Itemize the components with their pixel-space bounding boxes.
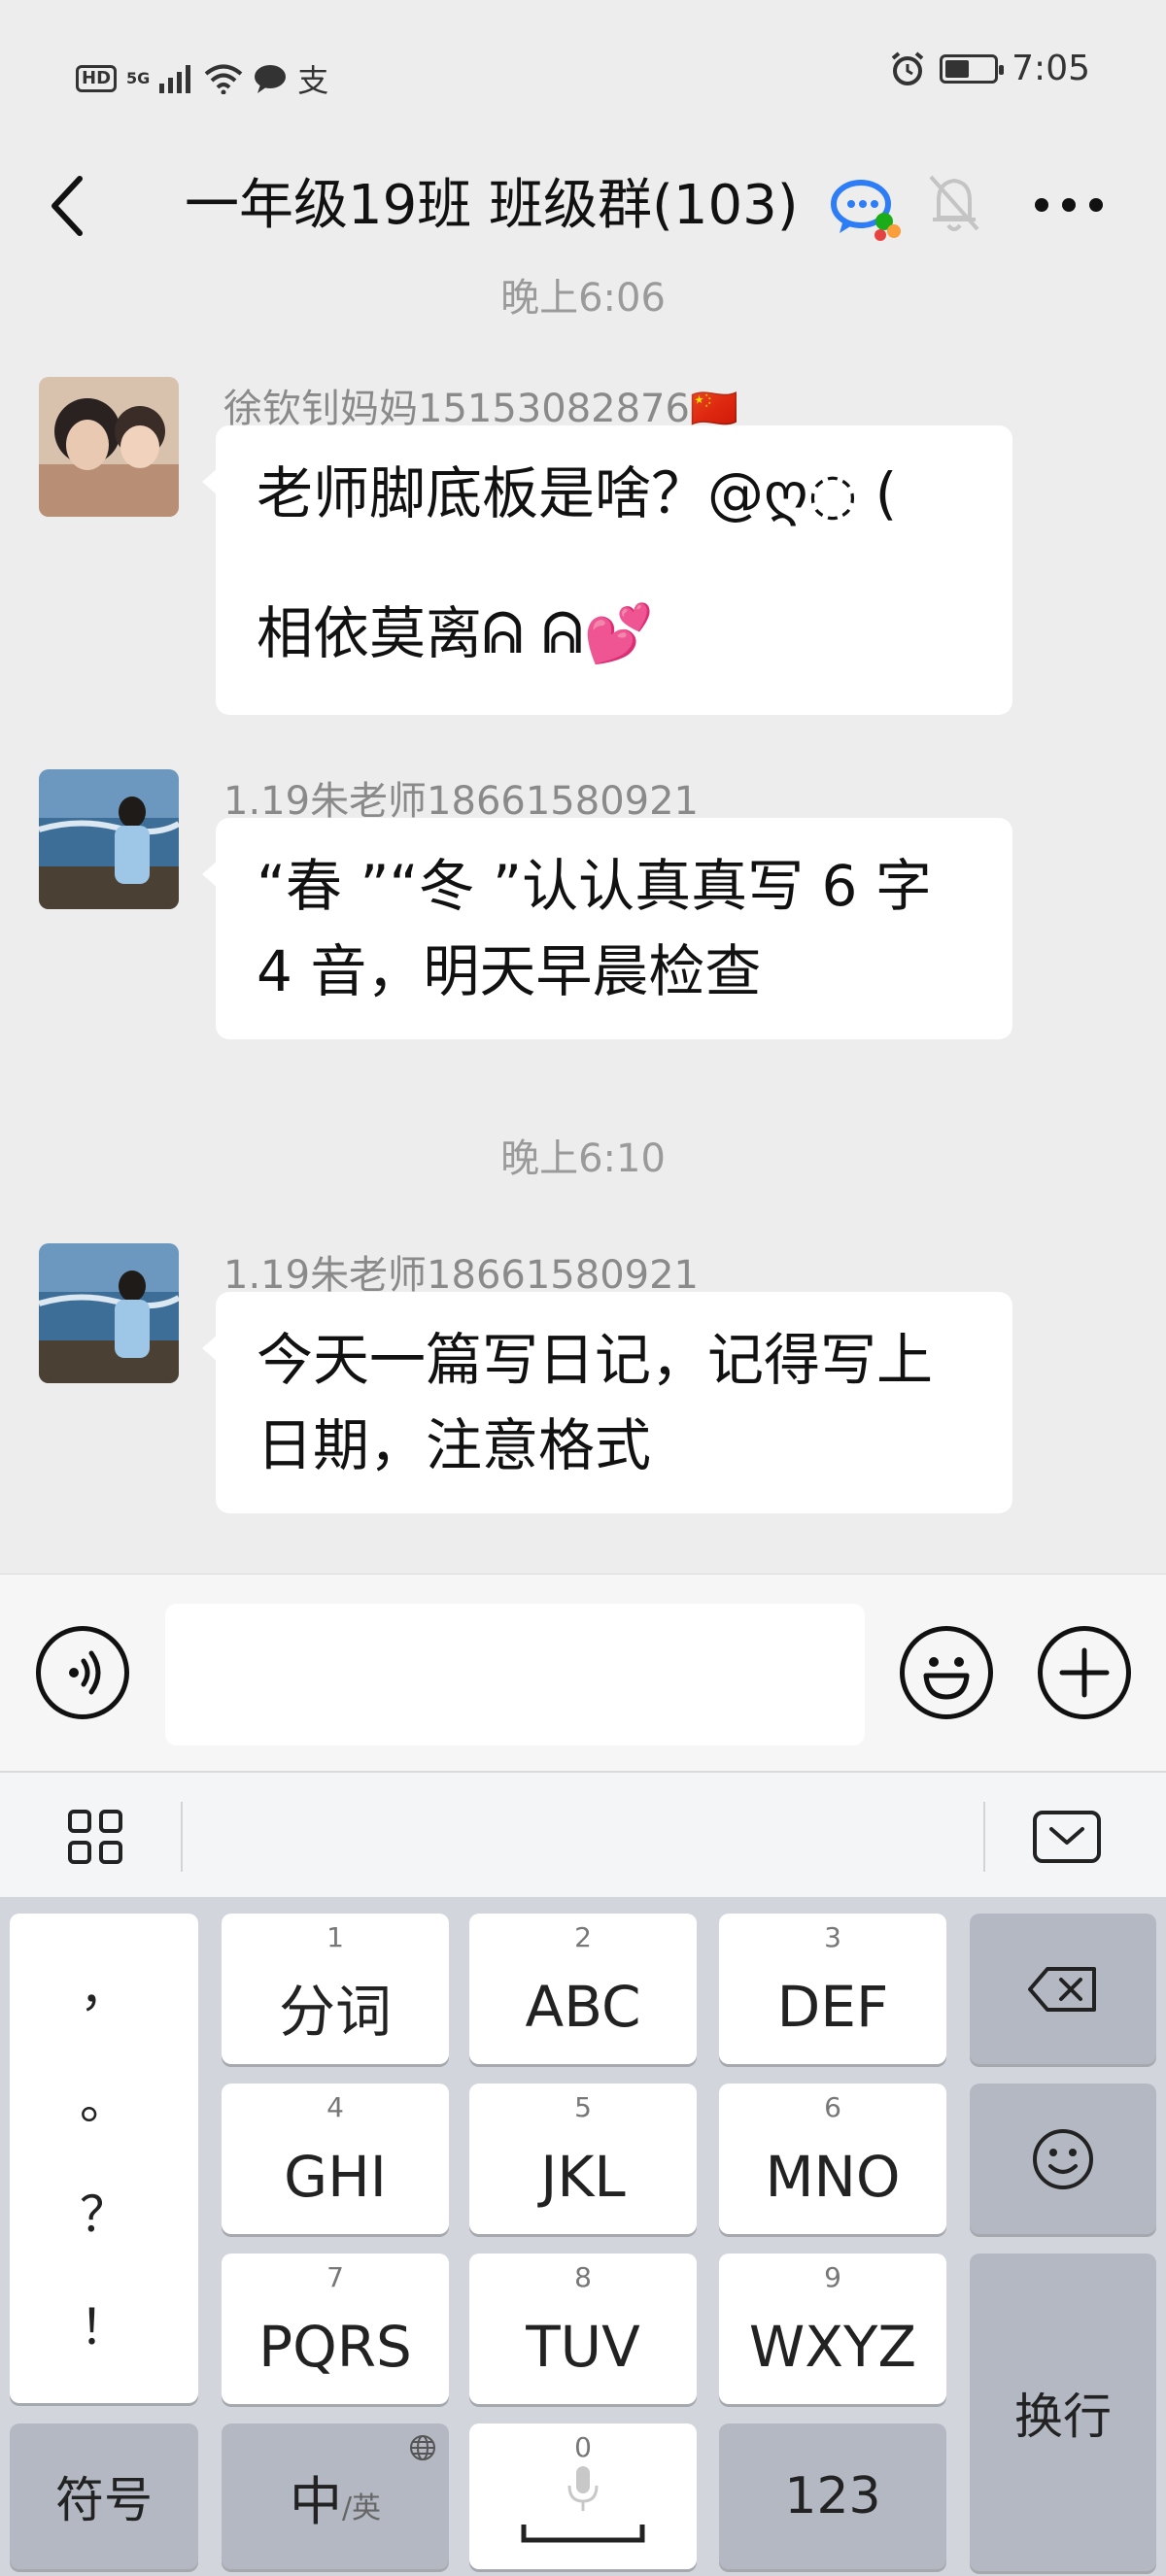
message-text: 今天一篇写日记，记得写上日期，注意格式 [257, 1327, 934, 1478]
backspace-icon [1028, 1966, 1096, 2012]
key-1[interactable]: 1 分词 [222, 1914, 449, 2064]
avatar[interactable] [39, 1243, 179, 1383]
chat-message-list[interactable]: 晚上6:06 徐钦钊妈妈15153082876🇨🇳 老师脚底板是啥？@ღ◌ ( … [0, 272, 1166, 1574]
network-type: 5G [126, 69, 151, 87]
key-number: 0 [574, 2431, 592, 2463]
space-bar-icon [521, 2525, 645, 2543]
enter-key[interactable]: 换行 [970, 2254, 1156, 2571]
enter-label: 换行 [1014, 2388, 1112, 2445]
time-divider: 晚上6:10 [500, 1136, 666, 1181]
space-key[interactable]: 0 [469, 2423, 697, 2569]
key-number: 3 [824, 1921, 841, 1953]
key-3[interactable]: 3 DEF [719, 1914, 946, 2064]
plus-icon [1059, 1647, 1110, 1698]
message-input[interactable] [165, 1604, 865, 1746]
more-icon[interactable] [1030, 181, 1108, 229]
battery-icon [940, 53, 1005, 84]
key-number: 5 [574, 2091, 592, 2123]
emoji-key[interactable] [970, 2084, 1156, 2234]
avatar[interactable] [39, 377, 179, 517]
time-divider: 晚上6:06 [500, 276, 666, 321]
key-label: JKL [540, 2143, 626, 2210]
smiley-icon [1033, 2128, 1093, 2189]
key-number: 4 [326, 2091, 344, 2123]
wifi-icon [205, 64, 243, 94]
key-6[interactable]: 6 MNO [719, 2084, 946, 2234]
chat-title: 一年级19班 班级群(103) [185, 174, 799, 237]
pay-notification-glyph: 支 [297, 62, 329, 99]
status-time: 7:05 [1012, 49, 1090, 88]
numbers-key[interactable]: 123 [719, 2423, 946, 2569]
grid-menu-icon[interactable] [66, 1808, 124, 1866]
key-number: 1 [326, 1921, 344, 1953]
language-switch-key[interactable]: 中 /英 [222, 2423, 449, 2569]
key-label: MNO [765, 2143, 901, 2210]
key-2[interactable]: 2 ABC [469, 1914, 697, 2064]
key-number: 6 [824, 2091, 841, 2123]
punctuation-key[interactable]: ， 。 ？ ！ [10, 1914, 198, 2403]
lang-alt-label: /英 [341, 2491, 382, 2525]
key-8[interactable]: 8 TUV [469, 2254, 697, 2404]
avatar[interactable] [39, 769, 179, 909]
punct-period[interactable]: 。 [80, 2073, 128, 2131]
symbols-label: 符号 [55, 2472, 153, 2528]
message-bubble[interactable]: 老师脚底板是啥？@ღ◌ ( 相依莫离ᕱ ᕱ💕 [202, 425, 1012, 715]
key-number: 2 [574, 1921, 592, 1953]
back-chevron-icon[interactable] [41, 167, 99, 245]
key-5[interactable]: 5 JKL [469, 2084, 697, 2234]
key-number: 7 [326, 2261, 344, 2293]
punct-exclamation[interactable]: ！ [80, 2298, 128, 2356]
mute-bell-icon [929, 175, 979, 231]
keyboard-toolbar [0, 1771, 1166, 1897]
chat-header: 一年级19班 班级群(103) [0, 146, 1166, 272]
voice-icon [69, 1650, 101, 1695]
key-label: WXYZ [748, 2313, 917, 2380]
alarm-icon [891, 51, 924, 85]
group-chat-icon[interactable] [828, 171, 906, 249]
message-bubble[interactable]: “春 ”“冬 ”认认真真写 6 字 4 音，明天早晨检查 [202, 818, 1012, 1039]
key-7[interactable]: 7 PQRS [222, 2254, 449, 2404]
status-right: 7:05 [889, 49, 1090, 88]
hd-badge: HD [76, 65, 118, 92]
backspace-key[interactable] [970, 1914, 1156, 2064]
message-text: 老师脚底板是啥？@ღ◌ ( [257, 460, 898, 526]
globe-icon [410, 2435, 435, 2460]
key-4[interactable]: 4 GHI [222, 2084, 449, 2234]
key-label: 分词 [278, 1978, 392, 2045]
key-label: TUV [526, 2313, 640, 2380]
key-label: GHI [284, 2143, 387, 2210]
message-bubble[interactable]: 今天一篇写日记，记得写上日期，注意格式 [202, 1292, 1012, 1513]
message-notification-icon [255, 65, 287, 93]
message-text: “春 ”“冬 ”认认真真写 6 字 4 音，明天早晨检查 [257, 853, 932, 1004]
microphone-icon [567, 2466, 599, 2511]
toolbar-divider [181, 1802, 183, 1872]
keyboard: ， 。 ？ ！ 1 分词 2 ABC 3 DEF 4 GHI 5 JKL 6 M… [0, 1897, 1166, 2576]
key-number: 9 [824, 2261, 841, 2293]
message-input-bar [0, 1574, 1166, 1771]
symbols-key[interactable]: 符号 [10, 2423, 198, 2569]
punct-question[interactable]: ？ [80, 2186, 128, 2244]
key-label: PQRS [258, 2313, 412, 2380]
emoji-button[interactable] [900, 1626, 993, 1719]
lang-main-label: 中 [289, 2470, 342, 2532]
battery-level [945, 59, 970, 78]
status-left: HD 5G 支 [76, 56, 328, 101]
key-9[interactable]: 9 WXYZ [719, 2254, 946, 2404]
signal-icon [159, 65, 191, 93]
status-bar: HD 5G 支 7:05 [0, 0, 1166, 146]
emoji-icon [923, 1657, 970, 1700]
plus-button[interactable] [1038, 1626, 1131, 1719]
numbers-label: 123 [784, 2467, 881, 2525]
toolbar-divider [983, 1802, 985, 1872]
key-label: DEF [776, 1973, 889, 2040]
voice-button[interactable] [36, 1626, 129, 1719]
collapse-keyboard-icon[interactable] [1032, 1810, 1102, 1864]
message-text: 相依莫离ᕱ ᕱ💕 [257, 600, 654, 666]
punct-comma[interactable]: ， [80, 1960, 128, 2018]
key-label: ABC [525, 1973, 641, 2040]
key-number: 8 [574, 2261, 592, 2293]
